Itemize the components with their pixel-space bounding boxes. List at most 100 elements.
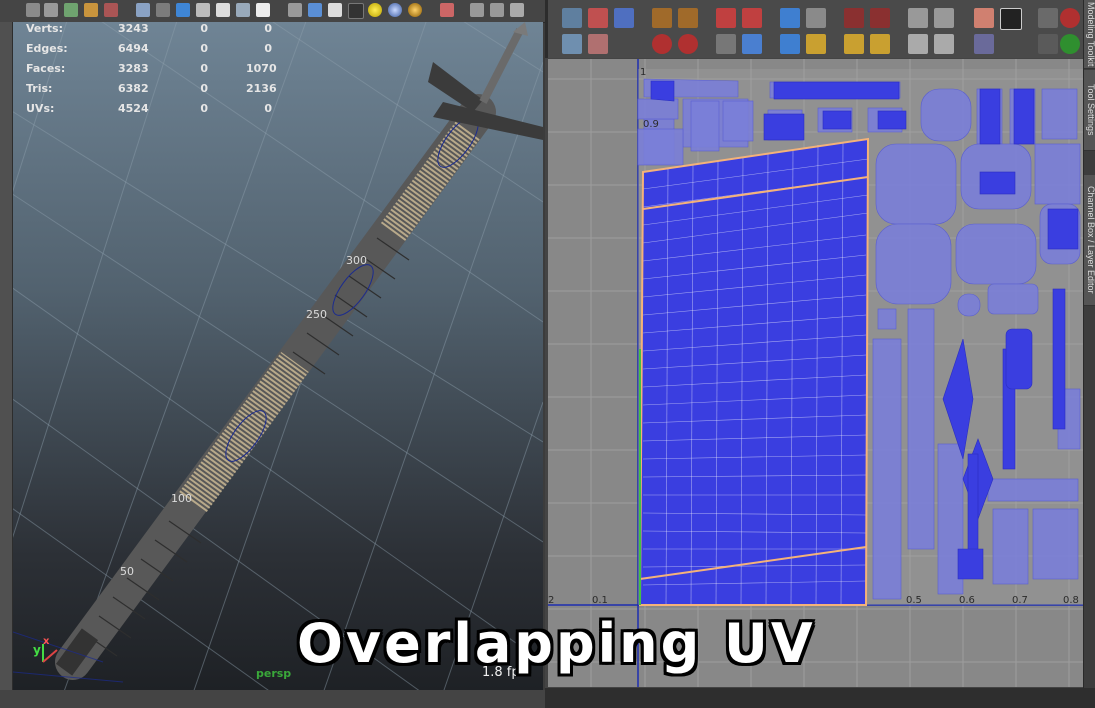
image-range-icon[interactable] (974, 34, 994, 54)
tab-channel-box[interactable]: Channel Box / Layer Editor (1084, 175, 1095, 306)
hud-label: UVs: (26, 102, 55, 115)
rotate-cw-icon[interactable] (678, 34, 698, 54)
refresh-icon[interactable] (1060, 8, 1080, 28)
hud-value: 0 (200, 22, 208, 35)
checker-display-icon[interactable] (1000, 8, 1022, 30)
share-icon[interactable] (510, 3, 524, 17)
light-icon[interactable] (368, 3, 382, 17)
hud-row-tris: Tris: 6382 0 2136 (26, 82, 286, 96)
u-tick-label: 0.7 (1012, 595, 1028, 606)
film-gate-icon[interactable] (156, 3, 170, 17)
shaded-icon[interactable] (288, 3, 302, 17)
camera-attributes-icon[interactable] (44, 3, 58, 17)
tab-tool-settings[interactable]: Tool Settings (1084, 70, 1095, 151)
copy-icon[interactable] (1038, 34, 1058, 54)
safe-action-icon[interactable] (196, 3, 210, 17)
move-to-top-icon[interactable] (844, 8, 864, 28)
uv-editor-panel: 1 0.9 2 0.1 0.5 0.6 0.7 0.8 Modeling Too… (545, 0, 1095, 708)
isolate-icon[interactable] (236, 3, 250, 17)
hud-row-uvs: UVs: 4524 0 0 (26, 102, 286, 116)
texture-image-icon[interactable] (974, 8, 994, 28)
u-tick-label: 0.5 (906, 595, 922, 606)
wireframe-icon[interactable] (216, 3, 230, 17)
flip-u-icon[interactable] (652, 8, 672, 28)
sew-uv-icon[interactable] (742, 8, 762, 28)
left-tool-strip (0, 22, 13, 690)
move-to-bottom-icon[interactable] (844, 34, 864, 54)
perspective-panel: 300 250 100 50 y x Verts: 3243 0 0 Edges… (0, 0, 545, 690)
grid-toggle-icon[interactable] (1038, 8, 1058, 28)
hud-value: 0 (200, 102, 208, 115)
hud-value: 0 (200, 62, 208, 75)
select-overlap-icon[interactable] (908, 34, 928, 54)
distribute-icon[interactable] (780, 34, 800, 54)
overlapping-uv-shell[interactable] (638, 137, 870, 606)
move-to-right-icon[interactable] (870, 8, 890, 28)
bookmark-icon[interactable] (64, 3, 78, 17)
hud-label: Faces: (26, 62, 66, 75)
cut-uv-icon[interactable] (716, 8, 736, 28)
camera-icon[interactable] (26, 3, 40, 17)
rotate-ccw-icon[interactable] (652, 34, 672, 54)
hud-row-faces: Faces: 3283 0 1070 (26, 62, 286, 76)
layout-uv-icon[interactable] (742, 34, 762, 54)
uv-bottom-bar (545, 688, 1095, 708)
perspective-grid: 300 250 100 50 y x (13, 22, 543, 690)
grid-number-100: 100 (171, 492, 192, 505)
viewport-3d[interactable]: 300 250 100 50 y x (13, 22, 543, 690)
hud-value: 2136 (246, 82, 277, 95)
hud-value: 0 (264, 42, 272, 55)
ambient-occlusion-icon[interactable] (408, 3, 422, 17)
select-backfacing-icon[interactable] (934, 34, 954, 54)
hud-value: 0 (264, 102, 272, 115)
align-u-icon[interactable] (780, 8, 800, 28)
uv-select-icon[interactable] (588, 34, 608, 54)
flip-v-icon[interactable] (678, 8, 698, 28)
tab-modeling-toolkit[interactable]: Modeling Toolkit (1084, 0, 1095, 69)
hud-value: 0 (200, 42, 208, 55)
select-camera-icon[interactable] (440, 3, 454, 17)
u-tick-label: 0.1 (592, 595, 608, 606)
align-v-icon[interactable] (806, 8, 826, 28)
textured-icon[interactable] (328, 3, 342, 17)
select-border-icon[interactable] (908, 8, 928, 28)
camera-name-label: persp (256, 667, 292, 680)
smooth-shade-icon[interactable] (308, 3, 322, 17)
u-tick-label: 0.8 (1063, 595, 1079, 606)
uv-grid-icon[interactable] (562, 8, 582, 28)
checker-icon[interactable] (348, 3, 364, 19)
2d-pan-zoom-icon[interactable] (104, 3, 118, 17)
color-channels-icon[interactable] (1060, 34, 1080, 54)
uv-canvas[interactable]: 1 0.9 2 0.1 0.5 0.6 0.7 0.8 (548, 59, 1083, 687)
hud-value: 6382 (118, 82, 149, 95)
uv-move-icon[interactable] (588, 8, 608, 28)
xray-icon[interactable] (256, 3, 270, 17)
uv-grid (548, 59, 1083, 687)
uv-snapshot-icon[interactable] (562, 34, 582, 54)
hud-value: 4524 (118, 102, 149, 115)
cube-view-icon[interactable] (470, 3, 484, 17)
hud-value: 3243 (118, 22, 149, 35)
layout-icon[interactable] (490, 3, 504, 17)
straighten-icon[interactable] (806, 34, 826, 54)
hud-row-verts: Verts: 3243 0 0 (26, 22, 286, 36)
move-to-left-icon[interactable] (870, 34, 890, 54)
hud-label: Edges: (26, 42, 68, 55)
axis-y-label: y (33, 643, 41, 657)
hud-value: 0 (200, 82, 208, 95)
uv-shell-icon[interactable] (614, 8, 634, 28)
u-tick-label: 0.6 (959, 595, 975, 606)
grid-icon[interactable] (136, 3, 150, 17)
hud-label: Verts: (26, 22, 64, 35)
v-tick-label: 1 (640, 67, 647, 78)
axis-x-label: x (43, 636, 50, 647)
hud-value: 6494 (118, 42, 149, 55)
resolution-gate-icon[interactable] (176, 3, 190, 17)
image-plane-icon[interactable] (84, 3, 98, 17)
viewport-toolbar (0, 0, 545, 23)
grid-number-50: 50 (120, 565, 134, 578)
origin-label: 2 (548, 595, 555, 606)
select-shell-icon[interactable] (934, 8, 954, 28)
unfold-icon[interactable] (716, 34, 736, 54)
shadow-icon[interactable] (388, 3, 402, 17)
